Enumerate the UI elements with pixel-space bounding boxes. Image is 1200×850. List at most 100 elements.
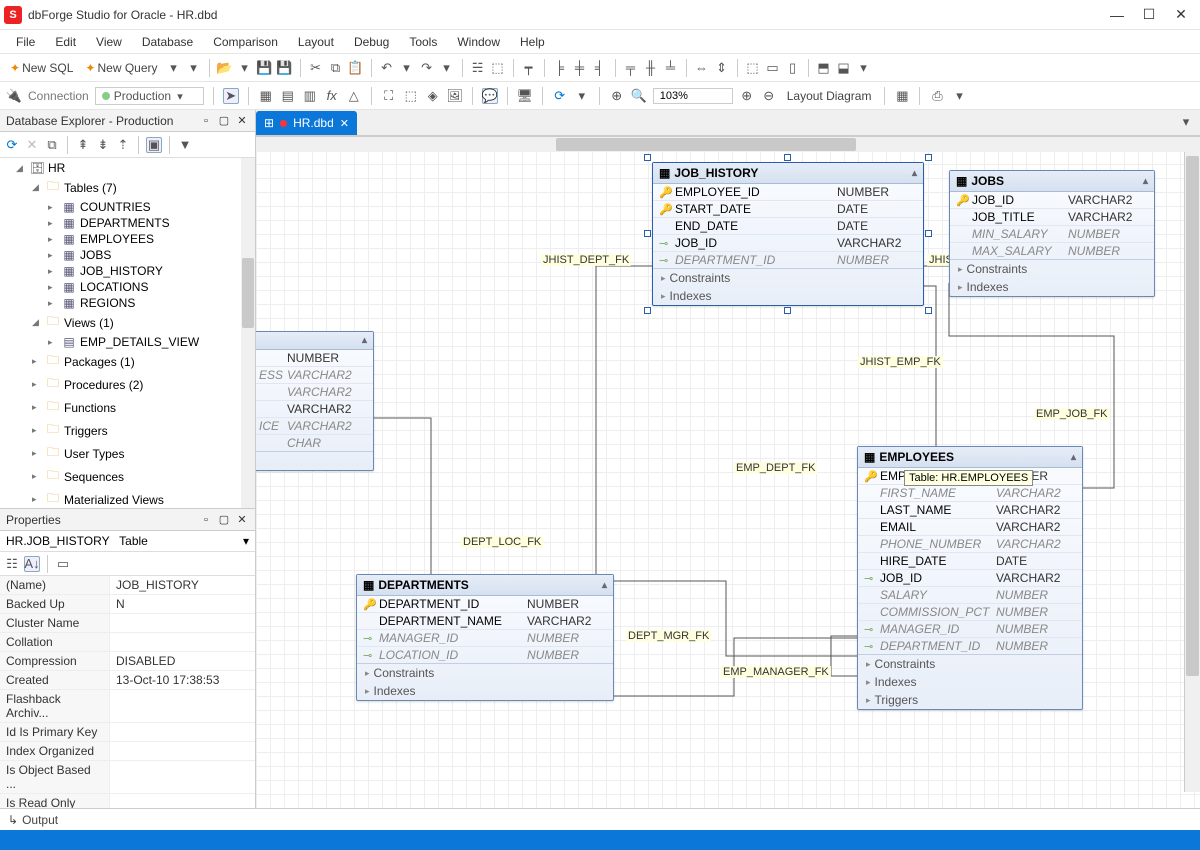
- property-row[interactable]: Collation: [0, 633, 255, 652]
- copy-icon[interactable]: ⧉: [328, 60, 344, 76]
- dropdown-icon[interactable]: ▾: [856, 60, 872, 76]
- new-query-button[interactable]: ✦New Query: [81, 59, 161, 77]
- column-row[interactable]: MIN_SALARYNUMBER: [950, 226, 1154, 243]
- vertical-scrollbar[interactable]: [1184, 136, 1200, 792]
- pointer-icon[interactable]: ➤: [223, 88, 239, 104]
- export-icon[interactable]: ⎙: [929, 88, 945, 104]
- column-row[interactable]: COMMISSION_PCTNUMBER: [858, 604, 1082, 621]
- column-row[interactable]: ⊸MANAGER_IDNUMBER: [357, 630, 613, 647]
- menu-tools[interactable]: Tools: [401, 33, 445, 51]
- column-row[interactable]: ⊸DEPARTMENT_IDNUMBER: [858, 638, 1082, 654]
- dropdown-icon[interactable]: ▾: [574, 88, 590, 104]
- open-icon[interactable]: 📂: [217, 60, 233, 76]
- computer-icon[interactable]: 🖥: [517, 88, 533, 104]
- align-top-icon[interactable]: ╤: [623, 60, 639, 76]
- menu-edit[interactable]: Edit: [47, 33, 84, 51]
- dropdown-icon[interactable]: ▾: [399, 60, 415, 76]
- column-row[interactable]: VARCHAR2: [256, 384, 373, 401]
- zoom-icon[interactable]: ⊕: [609, 88, 625, 104]
- column-row[interactable]: PHONE_NUMBERVARCHAR2: [858, 536, 1082, 553]
- tree-folder-item[interactable]: ▸🗀Functions: [32, 396, 255, 419]
- tree-folder-item[interactable]: ▸🗀Sequences: [32, 465, 255, 488]
- property-row[interactable]: Backed UpN: [0, 595, 255, 614]
- property-row[interactable]: CompressionDISABLED: [0, 652, 255, 671]
- column-row[interactable]: VARCHAR2: [256, 401, 373, 418]
- close-tab-icon[interactable]: ✕: [340, 117, 349, 130]
- dropdown-icon[interactable]: ▾: [439, 60, 455, 76]
- explorer-tree[interactable]: ◢🗄HR ◢🗀Tables (7) ▸▦COUNTRIES▸▦DEPARTMEN…: [0, 158, 255, 508]
- column-row[interactable]: ⊸MANAGER_IDNUMBER: [858, 621, 1082, 638]
- tree-table-item[interactable]: ▸▦COUNTRIES: [48, 199, 255, 215]
- pin-icon[interactable]: ▢: [217, 513, 231, 527]
- entity-footer-item[interactable]: ▸Indexes: [653, 287, 923, 305]
- tree-view-item[interactable]: ▸▤EMP_DETAILS_VIEW: [48, 334, 255, 350]
- tree-tables[interactable]: ◢🗀Tables (7): [32, 176, 255, 199]
- menu-window[interactable]: Window: [449, 33, 508, 51]
- tree-table-item[interactable]: ▸▦DEPARTMENTS: [48, 215, 255, 231]
- size-icon[interactable]: ▯: [785, 60, 801, 76]
- filter2-icon[interactable]: ⇟: [95, 137, 111, 153]
- entity-footer-item[interactable]: ▸Constraints: [858, 655, 1082, 673]
- comment-icon[interactable]: 💬: [482, 88, 498, 104]
- distribute-h-icon[interactable]: ⇔: [694, 60, 710, 76]
- horizontal-scrollbar[interactable]: [256, 136, 1200, 152]
- connection-select[interactable]: Production ▾: [95, 87, 204, 105]
- column-row[interactable]: MAX_SALARYNUMBER: [950, 243, 1154, 259]
- column-row[interactable]: SALARYNUMBER: [858, 587, 1082, 604]
- column-row[interactable]: JOB_TITLEVARCHAR2: [950, 209, 1154, 226]
- paste-icon[interactable]: 📋: [348, 60, 364, 76]
- align-middle-icon[interactable]: ╫: [643, 60, 659, 76]
- column-row[interactable]: DEPARTMENT_NAMEVARCHAR2: [357, 613, 613, 630]
- stamp-icon[interactable]: ◈: [425, 88, 441, 104]
- grid-icon[interactable]: ▦: [258, 88, 274, 104]
- pin-icon[interactable]: ▢: [217, 114, 231, 128]
- connection-icon[interactable]: 🔌: [6, 88, 22, 104]
- entity-footer-item[interactable]: ▸Triggers: [858, 691, 1082, 709]
- align-top-icon[interactable]: ┯: [521, 60, 537, 76]
- tree-table-item[interactable]: ▸▦LOCATIONS: [48, 279, 255, 295]
- align-center-icon[interactable]: ╪: [572, 60, 588, 76]
- tree-folder-item[interactable]: ▸🗀Materialized Views: [32, 488, 255, 508]
- categorized-icon[interactable]: ☷: [4, 556, 20, 572]
- diagram-canvas[interactable]: JHIST_DEPT_FK JHIST_JOB_FK JHIST_EMP_FK …: [256, 136, 1200, 808]
- collapse-icon[interactable]: ▴: [1071, 452, 1076, 463]
- send-back-icon[interactable]: ⬓: [836, 60, 852, 76]
- size-icon[interactable]: ▭: [765, 60, 781, 76]
- window-pos-icon[interactable]: ▫: [199, 114, 213, 128]
- column-row[interactable]: FIRST_NAMEVARCHAR2: [858, 485, 1082, 502]
- properties-selector[interactable]: HR.JOB_HISTORY Table▾: [0, 531, 255, 552]
- dropdown-icon[interactable]: ▾: [186, 60, 202, 76]
- tree-table-item[interactable]: ▸▦JOB_HISTORY: [48, 263, 255, 279]
- dropdown-icon[interactable]: ▾: [166, 60, 182, 76]
- save-all-icon[interactable]: 💾: [277, 60, 293, 76]
- zoom-region-icon[interactable]: 🔍: [631, 88, 647, 104]
- layers-icon[interactable]: ⧉: [44, 137, 60, 153]
- new-sql-button[interactable]: ✦New SQL: [6, 59, 77, 77]
- menu-database[interactable]: Database: [134, 33, 201, 51]
- column-row[interactable]: CHAR: [256, 435, 373, 451]
- menu-comparison[interactable]: Comparison: [205, 33, 286, 51]
- view-icon[interactable]: ▣: [146, 137, 162, 153]
- object-icon[interactable]: ⬚: [490, 60, 506, 76]
- property-row[interactable]: Cluster Name: [0, 614, 255, 633]
- column-row[interactable]: EMAILVARCHAR2: [858, 519, 1082, 536]
- zoom-out-icon[interactable]: ⊖: [761, 88, 777, 104]
- collapse-icon[interactable]: ▴: [1143, 176, 1148, 187]
- collapse-icon[interactable]: ▴: [912, 168, 917, 179]
- tree-db[interactable]: ◢🗄HR: [16, 160, 255, 176]
- tree-folder-item[interactable]: ▸🗀Procedures (2): [32, 373, 255, 396]
- tree-folder-item[interactable]: ▸🗀User Types: [32, 442, 255, 465]
- entity-footer-item[interactable]: ▸Indexes: [950, 278, 1154, 296]
- alphabetical-icon[interactable]: A↓: [24, 556, 40, 572]
- minimize-button[interactable]: —: [1110, 8, 1124, 22]
- align-left-icon[interactable]: ╞: [552, 60, 568, 76]
- filter1-icon[interactable]: ⇞: [75, 137, 91, 153]
- collapse-icon[interactable]: ▴: [602, 580, 607, 591]
- funnel-icon[interactable]: ▼: [177, 137, 193, 153]
- close-icon[interactable]: ✕: [235, 114, 249, 128]
- align-bottom-icon[interactable]: ╧: [663, 60, 679, 76]
- entity-footer-item[interactable]: ▸Constraints: [653, 269, 923, 287]
- column-row[interactable]: ⊸LOCATION_IDNUMBER: [357, 647, 613, 663]
- tree-views[interactable]: ◢🗀Views (1): [32, 311, 255, 334]
- entity-job-history[interactable]: ▦JOB_HISTORY▴ 🔑EMPLOYEE_IDNUMBER🔑START_D…: [652, 162, 924, 306]
